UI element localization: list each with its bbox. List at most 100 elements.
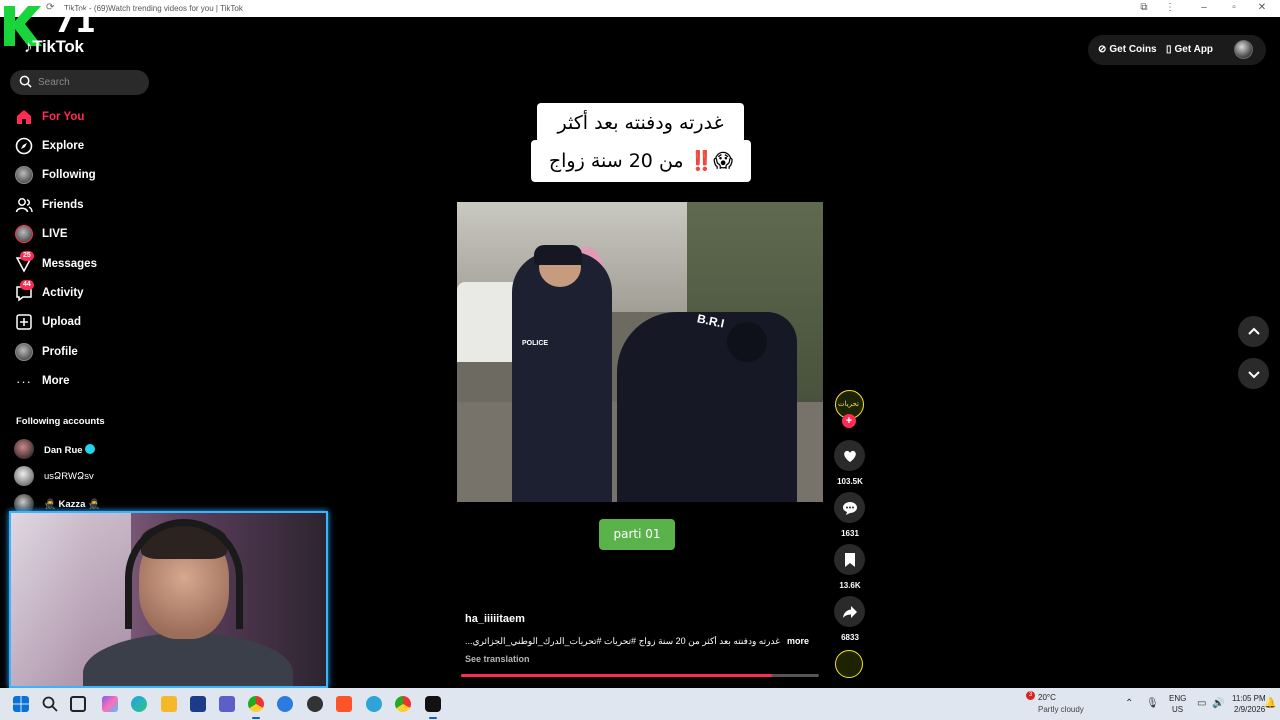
comment-icon xyxy=(842,501,857,515)
chevron-up-icon xyxy=(1247,327,1260,335)
taskbar-date[interactable]: 2/9/2026 xyxy=(1234,705,1265,714)
upload-icon xyxy=(14,312,34,332)
sidebar-item-following[interactable]: Following xyxy=(14,164,154,186)
sidebar-item-activity[interactable]: 44 Activity xyxy=(14,280,154,304)
sidebar-item-explore[interactable]: Explore xyxy=(14,135,154,157)
follow-plus-icon[interactable]: + xyxy=(842,414,856,428)
video-text-police: POLICE xyxy=(522,340,549,347)
following-accounts-title: Following accounts xyxy=(16,416,105,427)
edge-icon[interactable] xyxy=(131,696,147,712)
video-caption-line-1: غدرته ودفنته بعد أكثر xyxy=(537,103,744,143)
profile-avatar-icon xyxy=(14,342,34,362)
see-translation-link[interactable]: See translation xyxy=(465,654,530,664)
top-right-bar: ⊘ Get Coins ▯ Get App xyxy=(1088,35,1266,65)
bookmark-icon xyxy=(844,552,855,567)
brave-icon[interactable] xyxy=(336,696,352,712)
get-coins-button[interactable]: ⊘ Get Coins xyxy=(1098,44,1157,55)
sidebar-item-label: Following xyxy=(42,169,96,181)
account-name: Dan Rue xyxy=(44,444,95,456)
sidebar-item-more[interactable]: ··· More xyxy=(14,370,154,392)
sidebar-item-messages[interactable]: 25 Messages xyxy=(14,251,154,275)
sidebar-item-label: LIVE xyxy=(42,228,68,240)
minimize-icon[interactable]: – xyxy=(1196,2,1212,13)
share-icon xyxy=(842,605,857,618)
search-box[interactable]: Search xyxy=(10,70,149,95)
following-account[interactable]: Dan Rue xyxy=(14,439,154,459)
get-app-button[interactable]: ▯ Get App xyxy=(1166,44,1213,55)
share-count: 6833 xyxy=(841,633,859,642)
weather-desc[interactable]: Partly cloudy xyxy=(1038,705,1084,714)
share-button[interactable] xyxy=(834,596,865,627)
sidebar-item-label: Activity xyxy=(42,287,84,299)
following-account[interactable]: usՁRWՁsv xyxy=(14,466,154,486)
language-indicator[interactable]: ENG xyxy=(1169,694,1186,703)
taskbar-clock[interactable]: 11:05 PM xyxy=(1232,694,1266,703)
more-link[interactable]: more xyxy=(787,636,809,646)
avatar xyxy=(14,439,34,459)
chrome-profile-icon[interactable] xyxy=(395,696,411,712)
search-icon[interactable] xyxy=(42,696,58,712)
telegram-icon[interactable] xyxy=(366,696,382,712)
comment-count: 1631 xyxy=(841,529,859,538)
file-explorer-icon[interactable] xyxy=(161,696,177,712)
webcam-overlay xyxy=(9,511,328,688)
close-icon[interactable]: ✕ xyxy=(1254,2,1270,13)
teams-icon[interactable] xyxy=(219,696,235,712)
sidebar-item-label: Messages xyxy=(42,258,97,270)
copilot-icon[interactable] xyxy=(102,696,118,712)
part-label: parti 01 xyxy=(599,519,675,550)
notification-bell-icon[interactable]: 🔔 xyxy=(1264,698,1276,709)
sidebar-item-live[interactable]: LIVE xyxy=(14,223,154,245)
sidebar-item-label: For You xyxy=(42,111,85,123)
active-indicator xyxy=(252,717,260,719)
chrome-icon[interactable] xyxy=(248,696,264,712)
microphone-icon[interactable]: 🎙 xyxy=(1146,698,1159,709)
tiktok-window: ⟳ TikTok - (69)Watch trending videos for… xyxy=(0,0,1280,720)
save-button[interactable] xyxy=(834,544,865,575)
active-indicator xyxy=(429,717,437,719)
tiktok-taskbar-icon[interactable] xyxy=(425,696,441,712)
description-text: غدرته ودفنته بعد أكثر من 20 سنة زواج #تح… xyxy=(465,636,780,646)
extensions-icon[interactable]: ⧉ xyxy=(1136,2,1152,13)
next-video-button[interactable] xyxy=(1238,358,1269,389)
video-caption-line-2: من 20 سنة زواج ‼️😱 xyxy=(531,140,751,182)
more-dots-icon: ··· xyxy=(16,373,32,389)
task-view-icon[interactable] xyxy=(70,696,86,712)
sidebar-item-for-you[interactable]: For You xyxy=(14,106,154,128)
sidebar-item-profile[interactable]: Profile xyxy=(14,341,154,363)
video-author[interactable]: ha_iiiiitaem xyxy=(465,613,525,625)
video-description: غدرته ودفنته بعد أكثر من 20 سنة زواج #تح… xyxy=(465,636,815,647)
sidebar-item-friends[interactable]: Friends xyxy=(14,194,154,216)
friends-icon xyxy=(14,195,34,215)
phone-icon: ▯ xyxy=(1166,44,1172,55)
restore-icon[interactable]: ▫ xyxy=(1226,2,1242,13)
obs-icon[interactable] xyxy=(307,696,323,712)
music-disc-icon[interactable] xyxy=(835,650,863,678)
search-icon xyxy=(19,75,32,88)
more-icon[interactable]: ⋮ xyxy=(1162,2,1178,13)
tray-chevron-up-icon[interactable]: ⌃ xyxy=(1125,698,1133,709)
store-icon[interactable] xyxy=(190,696,206,712)
verified-badge-icon xyxy=(84,444,95,454)
app-icon[interactable] xyxy=(277,696,293,712)
tiktok-logo[interactable]: ♪TikTok xyxy=(24,37,84,57)
browser-title-bar: ⟳ TikTok - (69)Watch trending videos for… xyxy=(0,0,1280,17)
video-progress-bar[interactable] xyxy=(461,674,819,677)
get-app-label: Get App xyxy=(1174,44,1214,55)
comment-button[interactable] xyxy=(834,492,865,523)
search-placeholder: Search xyxy=(38,77,70,88)
activity-icon: 44 xyxy=(14,280,34,303)
sidebar-item-label: Upload xyxy=(42,316,81,328)
video-player[interactable]: POLICE B.R.I xyxy=(457,202,823,502)
sidebar-item-label: Friends xyxy=(42,199,84,211)
like-button[interactable] xyxy=(834,440,865,471)
sidebar-item-label: Profile xyxy=(42,346,78,358)
windows-start-icon[interactable] xyxy=(13,696,29,712)
previous-video-button[interactable] xyxy=(1238,316,1269,347)
network-icon[interactable]: ▭ xyxy=(1197,698,1206,709)
sidebar-item-upload[interactable]: Upload xyxy=(14,311,154,333)
volume-icon[interactable]: 🔊 xyxy=(1212,698,1224,709)
user-avatar[interactable] xyxy=(1234,40,1253,59)
weather-temp[interactable]: 20°C xyxy=(1038,693,1056,702)
heart-icon xyxy=(843,450,856,462)
